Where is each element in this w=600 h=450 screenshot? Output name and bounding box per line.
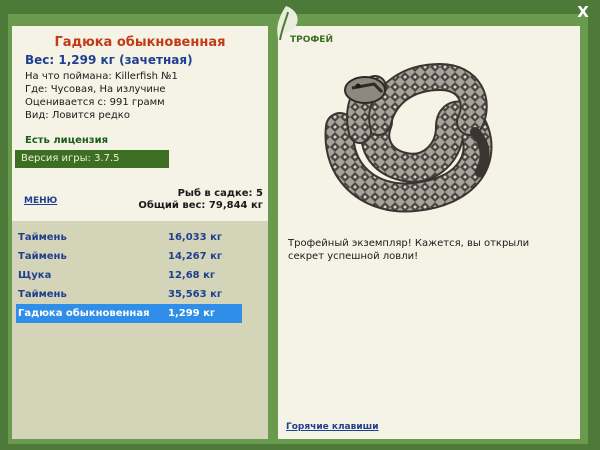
catch-place: Где: Чусовая, На излучине: [25, 84, 166, 95]
fish-name: Таймень: [18, 232, 67, 243]
catch-value: Оценивается с: 991 грамм: [25, 97, 165, 108]
fish-weight: 1,299 кг: [168, 308, 216, 319]
fish-weight: 12,68 кг: [168, 270, 216, 281]
fish-weight: 14,267 кг: [168, 251, 223, 262]
version-bar: Версия игры: 3.7.5: [15, 150, 169, 168]
fish-name: Таймень: [18, 251, 67, 262]
fish-row[interactable]: Таймень 35,563 кг: [16, 285, 242, 304]
trophy-panel: ТРОФЕЙ Трофейный экземпляр! Кажется, вы …: [278, 26, 580, 439]
fish-list: Таймень 16,033 кг Таймень 14,267 кг Щука…: [16, 228, 242, 323]
trophy-description: Трофейный экземпляр! Кажется, вы открыли…: [288, 238, 530, 262]
fish-weight: 35,563 кг: [168, 289, 223, 300]
catch-kind: Вид: Ловится редко: [25, 110, 130, 121]
fish-row[interactable]: Таймень 14,267 кг: [16, 247, 242, 266]
fish-row[interactable]: Таймень 16,033 кг: [16, 228, 242, 247]
leaf-logo-icon: [277, 6, 298, 41]
net-total: Общий вес: 79,844 кг: [138, 200, 263, 211]
fish-name: Щука: [18, 270, 52, 281]
fish-name: Таймень: [18, 289, 67, 300]
fish-row-selected[interactable]: Гадюка обыкновенная 1,299 кг: [16, 304, 242, 323]
fish-row[interactable]: Щука 12,68 кг: [16, 266, 242, 285]
hotkeys-link[interactable]: Горячие клавиши: [286, 422, 379, 432]
catch-weight: Вес: 1,299 кг (зачетная): [25, 53, 193, 67]
license-status: Есть лицензия: [25, 135, 109, 146]
fish-name: Гадюка обыкновенная: [18, 308, 150, 319]
catch-bait: На что поймана: Killerfish №1: [25, 71, 178, 82]
catch-info-panel: Гадюка обыкновенная Вес: 1,299 кг (зачет…: [12, 26, 268, 439]
fish-weight: 16,033 кг: [168, 232, 223, 243]
catch-title: Гадюка обыкновенная: [54, 35, 226, 50]
viper-snake-image: [324, 62, 493, 213]
net-info: Рыб в садке: 5 Общий вес: 79,844 кг: [138, 188, 263, 212]
net-count: Рыб в садке: 5: [177, 188, 263, 199]
menu-button[interactable]: МЕНЮ: [24, 196, 57, 206]
close-button[interactable]: X: [574, 3, 592, 21]
